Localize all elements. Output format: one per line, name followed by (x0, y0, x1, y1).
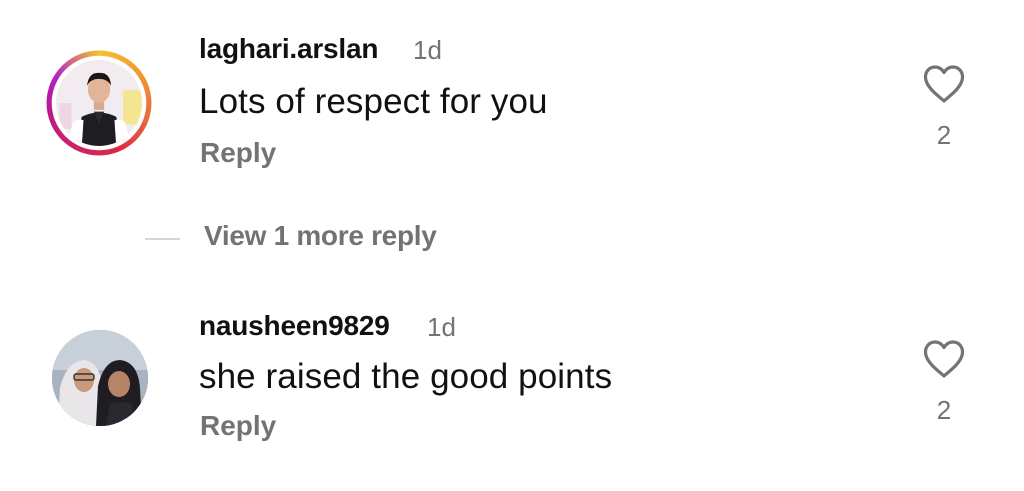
comment-username[interactable]: nausheen9829 (199, 310, 390, 342)
avatar[interactable] (52, 330, 148, 426)
comment-text: she raised the good points (199, 357, 613, 396)
like-count: 2 (936, 395, 952, 425)
heart-outline-icon[interactable] (922, 339, 966, 379)
comment-item: nausheen9829 1d she raised the good poin… (0, 0, 1024, 491)
reply-button[interactable]: Reply (200, 410, 276, 442)
comments-list: laghari.arslan 1d Lots of respect for yo… (0, 0, 1024, 491)
comment-timestamp: 1d (427, 312, 456, 342)
